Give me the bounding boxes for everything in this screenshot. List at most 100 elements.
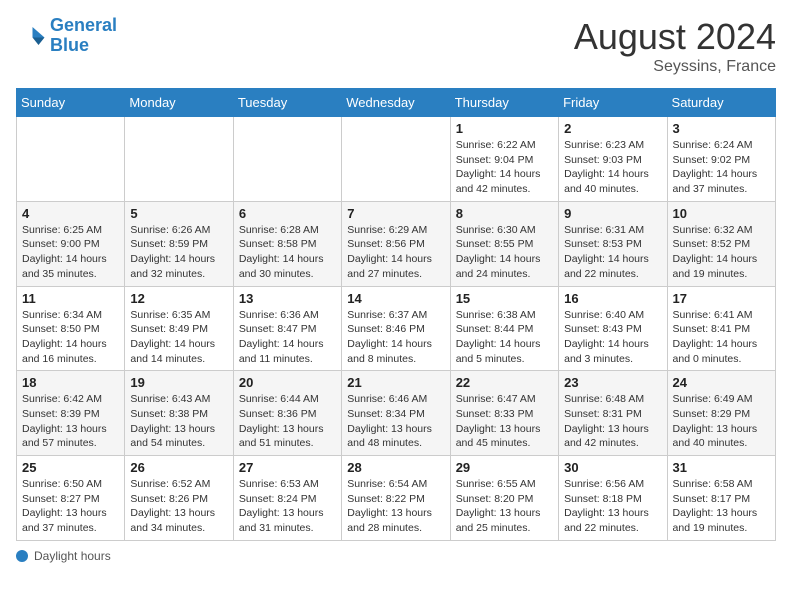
calendar-cell: 7Sunrise: 6:29 AM Sunset: 8:56 PM Daylig… [342, 201, 450, 286]
calendar-cell: 6Sunrise: 6:28 AM Sunset: 8:58 PM Daylig… [233, 201, 341, 286]
day-info: Sunrise: 6:32 AM Sunset: 8:52 PM Dayligh… [673, 223, 770, 282]
day-info: Sunrise: 6:25 AM Sunset: 9:00 PM Dayligh… [22, 223, 119, 282]
page-header: General Blue August 2024 Seyssins, Franc… [16, 16, 776, 76]
weekday-header-friday: Friday [559, 89, 667, 117]
day-info: Sunrise: 6:46 AM Sunset: 8:34 PM Dayligh… [347, 392, 444, 451]
day-info: Sunrise: 6:49 AM Sunset: 8:29 PM Dayligh… [673, 392, 770, 451]
calendar-cell [125, 117, 233, 202]
day-number: 15 [456, 291, 553, 306]
day-number: 9 [564, 206, 661, 221]
day-info: Sunrise: 6:34 AM Sunset: 8:50 PM Dayligh… [22, 308, 119, 367]
calendar-cell: 30 Sunrise: 6:56 AM Sunset: 8:18 PM Dayli… [559, 456, 667, 541]
calendar-cell: 10 Sunrise: 6:32 AM Sunset: 8:52 PM Dayli… [667, 201, 775, 286]
day-number: 22 [456, 375, 553, 390]
calendar-cell [233, 117, 341, 202]
day-info: Sunrise: 6:50 AM Sunset: 8:27 PM Dayligh… [22, 477, 119, 536]
calendar-cell: 2Sunrise: 6:23 AM Sunset: 9:03 PM Daylig… [559, 117, 667, 202]
day-info: Sunrise: 6:22 AM Sunset: 9:04 PM Dayligh… [456, 138, 553, 197]
calendar-header: SundayMondayTuesdayWednesdayThursdayFrid… [17, 89, 776, 117]
day-info: Sunrise: 6:31 AM Sunset: 8:53 PM Dayligh… [564, 223, 661, 282]
day-info: Sunrise: 6:26 AM Sunset: 8:59 PM Dayligh… [130, 223, 227, 282]
day-info: Sunrise: 6:44 AM Sunset: 8:36 PM Dayligh… [239, 392, 336, 451]
day-number: 5 [130, 206, 227, 221]
calendar-cell: 25 Sunrise: 6:50 AM Sunset: 8:27 PM Dayli… [17, 456, 125, 541]
calendar-cell: 18Sunrise: 6:42 AM Sunset: 8:39 PM Dayli… [17, 371, 125, 456]
calendar-cell [342, 117, 450, 202]
day-number: 25 [22, 460, 119, 475]
day-number: 10 [673, 206, 770, 221]
week-row: 4 Sunrise: 6:25 AM Sunset: 9:00 PM Daylig… [17, 201, 776, 286]
footer: Daylight hours [16, 549, 776, 563]
day-number: 18 [22, 375, 119, 390]
calendar-cell: 1 Sunrise: 6:22 AM Sunset: 9:04 PM Daylig… [450, 117, 558, 202]
week-row: 1 Sunrise: 6:22 AM Sunset: 9:04 PM Daylig… [17, 117, 776, 202]
day-number: 14 [347, 291, 444, 306]
day-number: 16 [564, 291, 661, 306]
calendar-cell: 12Sunrise: 6:35 AM Sunset: 8:49 PM Dayli… [125, 286, 233, 371]
day-info: Sunrise: 6:37 AM Sunset: 8:46 PM Dayligh… [347, 308, 444, 367]
day-number: 11 [22, 291, 119, 306]
week-row: 18Sunrise: 6:42 AM Sunset: 8:39 PM Dayli… [17, 371, 776, 456]
subtitle: Seyssins, France [574, 58, 776, 76]
day-info: Sunrise: 6:36 AM Sunset: 8:47 PM Dayligh… [239, 308, 336, 367]
weekday-header-tuesday: Tuesday [233, 89, 341, 117]
weekday-header-saturday: Saturday [667, 89, 775, 117]
logo-icon [16, 21, 46, 51]
calendar-cell: 3Sunrise: 6:24 AM Sunset: 9:02 PM Daylig… [667, 117, 775, 202]
weekday-header-wednesday: Wednesday [342, 89, 450, 117]
calendar-cell [17, 117, 125, 202]
day-number: 1 [456, 121, 553, 136]
day-number: 8 [456, 206, 553, 221]
footer-dot [16, 550, 28, 562]
day-info: Sunrise: 6:43 AM Sunset: 8:38 PM Dayligh… [130, 392, 227, 451]
day-number: 4 [22, 206, 119, 221]
calendar-cell: 28 Sunrise: 6:54 AM Sunset: 8:22 PM Dayli… [342, 456, 450, 541]
day-info: Sunrise: 6:29 AM Sunset: 8:56 PM Dayligh… [347, 223, 444, 282]
logo-line2: Blue [50, 35, 89, 55]
day-info: Sunrise: 6:40 AM Sunset: 8:43 PM Dayligh… [564, 308, 661, 367]
calendar-cell: 4 Sunrise: 6:25 AM Sunset: 9:00 PM Daylig… [17, 201, 125, 286]
calendar-body: 1 Sunrise: 6:22 AM Sunset: 9:04 PM Daylig… [17, 117, 776, 541]
calendar-cell: 15Sunrise: 6:38 AM Sunset: 8:44 PM Dayli… [450, 286, 558, 371]
calendar-cell: 14 Sunrise: 6:37 AM Sunset: 8:46 PM Dayli… [342, 286, 450, 371]
day-info: Sunrise: 6:55 AM Sunset: 8:20 PM Dayligh… [456, 477, 553, 536]
day-number: 30 [564, 460, 661, 475]
calendar-cell: 13 Sunrise: 6:36 AM Sunset: 8:47 PM Dayli… [233, 286, 341, 371]
day-number: 13 [239, 291, 336, 306]
calendar-cell: 16 Sunrise: 6:40 AM Sunset: 8:43 PM Dayli… [559, 286, 667, 371]
day-number: 23 [564, 375, 661, 390]
weekday-row: SundayMondayTuesdayWednesdayThursdayFrid… [17, 89, 776, 117]
logo-line1: General [50, 15, 117, 35]
calendar-cell: 22Sunrise: 6:47 AM Sunset: 8:33 PM Dayli… [450, 371, 558, 456]
day-number: 28 [347, 460, 444, 475]
day-info: Sunrise: 6:48 AM Sunset: 8:31 PM Dayligh… [564, 392, 661, 451]
day-number: 12 [130, 291, 227, 306]
day-info: Sunrise: 6:56 AM Sunset: 8:18 PM Dayligh… [564, 477, 661, 536]
main-title: August 2024 [574, 16, 776, 58]
logo-text: General Blue [50, 16, 117, 56]
day-number: 17 [673, 291, 770, 306]
day-number: 27 [239, 460, 336, 475]
day-number: 6 [239, 206, 336, 221]
weekday-header-thursday: Thursday [450, 89, 558, 117]
day-number: 29 [456, 460, 553, 475]
footer-label: Daylight hours [34, 549, 111, 563]
day-info: Sunrise: 6:54 AM Sunset: 8:22 PM Dayligh… [347, 477, 444, 536]
day-info: Sunrise: 6:24 AM Sunset: 9:02 PM Dayligh… [673, 138, 770, 197]
calendar-cell: 5 Sunrise: 6:26 AM Sunset: 8:59 PM Daylig… [125, 201, 233, 286]
calendar-cell: 19Sunrise: 6:43 AM Sunset: 8:38 PM Dayli… [125, 371, 233, 456]
calendar-cell: 27 Sunrise: 6:53 AM Sunset: 8:24 PM Dayli… [233, 456, 341, 541]
day-info: Sunrise: 6:23 AM Sunset: 9:03 PM Dayligh… [564, 138, 661, 197]
calendar-cell: 24Sunrise: 6:49 AM Sunset: 8:29 PM Dayli… [667, 371, 775, 456]
day-info: Sunrise: 6:41 AM Sunset: 8:41 PM Dayligh… [673, 308, 770, 367]
calendar-cell: 11 Sunrise: 6:34 AM Sunset: 8:50 PM Dayli… [17, 286, 125, 371]
calendar-cell: 23 Sunrise: 6:48 AM Sunset: 8:31 PM Dayli… [559, 371, 667, 456]
day-number: 31 [673, 460, 770, 475]
calendar-cell: 31Sunrise: 6:58 AM Sunset: 8:17 PM Dayli… [667, 456, 775, 541]
day-number: 20 [239, 375, 336, 390]
calendar-cell: 21Sunrise: 6:46 AM Sunset: 8:34 PM Dayli… [342, 371, 450, 456]
day-info: Sunrise: 6:52 AM Sunset: 8:26 PM Dayligh… [130, 477, 227, 536]
day-info: Sunrise: 6:53 AM Sunset: 8:24 PM Dayligh… [239, 477, 336, 536]
day-info: Sunrise: 6:30 AM Sunset: 8:55 PM Dayligh… [456, 223, 553, 282]
calendar-table: SundayMondayTuesdayWednesdayThursdayFrid… [16, 88, 776, 541]
